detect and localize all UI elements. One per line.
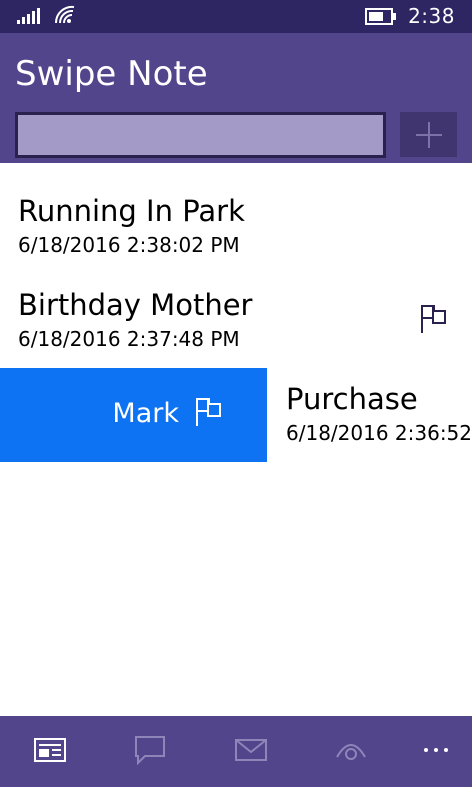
flag-icon bbox=[421, 305, 446, 333]
comment-icon bbox=[135, 736, 165, 765]
more-icon bbox=[424, 748, 448, 752]
list-item[interactable]: Birthday Mother 6/18/2016 2:37:48 PM bbox=[0, 273, 472, 367]
mark-swipe-action[interactable]: Mark bbox=[0, 368, 267, 462]
flag-icon bbox=[196, 398, 221, 426]
note-date: 6/18/2016 2:38:02 PM bbox=[18, 233, 240, 257]
note-title: Birthday Mother bbox=[18, 288, 253, 322]
mark-label: Mark bbox=[112, 398, 179, 429]
add-note-button[interactable] bbox=[400, 112, 457, 157]
mail-button[interactable] bbox=[231, 734, 271, 766]
battery-icon bbox=[365, 8, 396, 25]
status-bar: 2:38 bbox=[0, 0, 472, 33]
signal-icon bbox=[17, 8, 40, 24]
note-title: Running In Park bbox=[18, 194, 245, 228]
note-title: Purchase bbox=[286, 382, 418, 416]
note-input[interactable] bbox=[15, 112, 386, 158]
wifi-icon bbox=[54, 5, 75, 24]
comment-button[interactable] bbox=[130, 734, 170, 766]
more-button[interactable] bbox=[416, 734, 456, 766]
notes-button[interactable] bbox=[30, 734, 70, 766]
app-bar bbox=[0, 716, 472, 787]
view-button[interactable] bbox=[331, 734, 371, 766]
list-item[interactable]: Mark Purchase 6/18/2016 2:36:52 PM bbox=[0, 368, 472, 462]
note-date: 6/18/2016 2:36:52 PM bbox=[286, 421, 472, 445]
notes-icon bbox=[34, 738, 66, 762]
app-title: Swipe Note bbox=[15, 54, 208, 94]
app-header: Swipe Note bbox=[0, 33, 472, 163]
status-time: 2:38 bbox=[408, 4, 455, 28]
note-date: 6/18/2016 2:37:48 PM bbox=[18, 327, 240, 351]
plus-icon bbox=[415, 121, 442, 148]
mail-icon bbox=[235, 739, 267, 761]
note-list: Running In Park 6/18/2016 2:38:02 PM Bir… bbox=[0, 163, 472, 716]
eye-icon bbox=[336, 744, 366, 760]
list-item[interactable]: Running In Park 6/18/2016 2:38:02 PM bbox=[0, 179, 472, 273]
